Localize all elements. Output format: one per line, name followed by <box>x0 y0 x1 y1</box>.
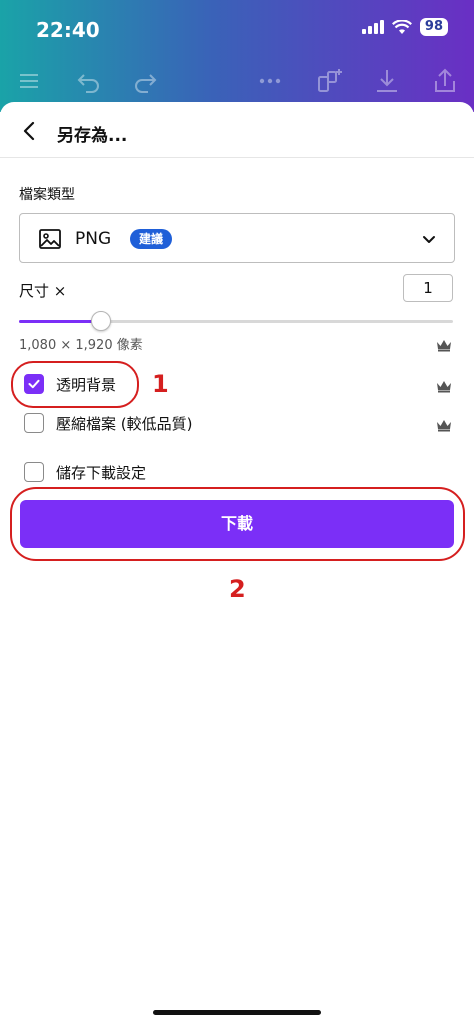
option-label: 儲存下載設定 <box>56 463 147 482</box>
wifi-icon <box>391 19 412 34</box>
dimensions-text: 1,080 × 1,920 像素 <box>19 338 143 353</box>
home-indicator <box>153 1010 321 1015</box>
download-icon[interactable] <box>372 66 402 96</box>
crown-icon <box>435 417 453 432</box>
battery-indicator: 98 <box>419 18 448 36</box>
redo-icon[interactable] <box>130 66 160 96</box>
size-slider[interactable] <box>19 311 453 331</box>
menu-icon[interactable] <box>14 66 44 96</box>
crown-icon <box>435 337 453 352</box>
save-as-sheet: 另存為... 檔案類型 PNG 建議 尺寸 × 1 1,080 × 1,920 … <box>0 102 474 1025</box>
annotation-oval-2 <box>10 487 465 561</box>
annotation-number-2: 2 <box>229 575 246 603</box>
top-bar: 22:40 98 <box>0 0 474 112</box>
recommended-badge: 建議 <box>130 229 173 249</box>
file-type-label: 檔案類型 <box>19 187 75 203</box>
status-icons: 98 <box>361 18 448 36</box>
crown-icon <box>435 378 453 393</box>
size-multiplier-input[interactable]: 1 <box>403 274 453 302</box>
file-type-select[interactable]: PNG 建議 <box>19 213 455 263</box>
slider-thumb[interactable] <box>91 311 112 331</box>
share-icon[interactable] <box>430 66 460 96</box>
more-icon[interactable] <box>255 66 285 96</box>
save-settings-checkbox[interactable] <box>24 462 44 482</box>
file-type-value: PNG <box>75 229 112 249</box>
chevron-down-icon <box>420 230 438 248</box>
add-page-icon[interactable] <box>314 66 344 96</box>
sheet-header: 另存為... <box>0 102 474 158</box>
size-label: 尺寸 × <box>19 282 67 300</box>
image-icon <box>38 227 62 251</box>
status-time: 22:40 <box>36 18 100 42</box>
signal-icon <box>361 20 384 34</box>
annotation-number-1: 1 <box>152 370 169 398</box>
sheet-title: 另存為... <box>57 126 128 146</box>
editor-toolbar <box>0 66 474 98</box>
back-icon[interactable] <box>18 118 42 144</box>
option-label: 壓縮檔案 (較低品質) <box>56 414 193 433</box>
slider-fill <box>19 320 102 323</box>
option-compress-file[interactable]: 壓縮檔案 (較低品質) <box>24 412 192 434</box>
option-save-download-settings[interactable]: 儲存下載設定 <box>24 461 146 483</box>
annotation-oval-1 <box>11 361 139 408</box>
compress-file-checkbox[interactable] <box>24 413 44 433</box>
undo-icon[interactable] <box>74 66 104 96</box>
